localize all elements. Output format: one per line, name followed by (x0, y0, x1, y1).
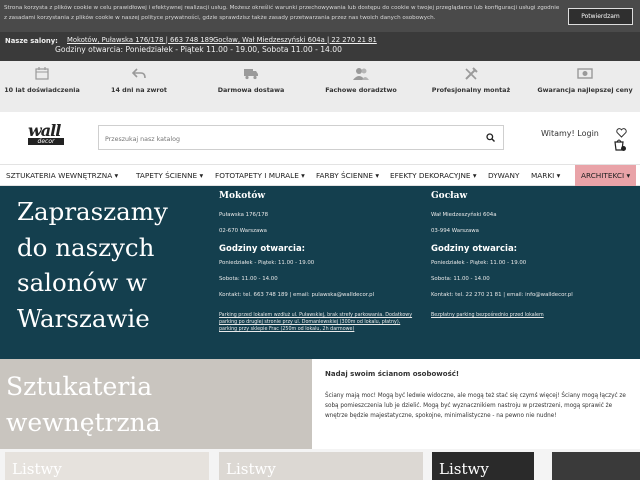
nav-label: ARCHITEKCI (581, 171, 625, 180)
hours-title: Godziny otwarcia: (219, 244, 306, 254)
parking-link[interactable]: Parking przed lokalem wzdłuż ul. Puławsk… (219, 312, 419, 333)
salon-city: 02-670 Warszawa (219, 228, 267, 234)
hours-title: Godziny otwarcia: (431, 244, 518, 254)
nav-item-tapety[interactable]: TAPETY ŚCIENNE ▾ (136, 165, 203, 186)
usp-bar: 10 lat doświadczenia 14 dni na zwrot Dar… (0, 61, 640, 112)
usp-label: 10 lat doświadczenia (4, 86, 80, 94)
nav-label: SZTUKATERIA WEWNĘTRZNA (6, 171, 113, 180)
login-link[interactable]: Witamy! Login (541, 129, 599, 138)
nav-item-dywany[interactable]: DYWANY (488, 165, 519, 186)
usp-experience: 10 lat doświadczenia (0, 67, 97, 94)
product-cards: Listwy Listwy Listwy (0, 449, 640, 480)
search-input[interactable] (99, 128, 469, 151)
search-icon[interactable] (486, 133, 495, 142)
product-card[interactable]: Listwy (432, 452, 534, 480)
category-title: Sztukateria wewnętrzna (6, 372, 161, 437)
opening-hours: Godziny otwarcia: Poniedziałek - Piątek … (55, 45, 342, 54)
category-banner: Sztukateria wewnętrzna (0, 359, 312, 449)
salon-street: Wał Miedzeszyński 604a (431, 212, 497, 218)
nav-label: FOTOTAPETY I MURALE (215, 171, 299, 180)
usp-label: Darmowa dostawa (217, 86, 285, 94)
salon-goclaw-link[interactable]: Gocław, Wał Miedzeszyński 604a | 22 270 … (213, 36, 377, 44)
return-arrow-icon (132, 68, 146, 79)
nav-item-efekty[interactable]: EFEKTY DEKORACYJNE ▾ (390, 165, 477, 186)
truck-icon (244, 69, 258, 80)
category-heading: Nadaj swoim ścianom osobowość! (325, 370, 460, 378)
people-icon (353, 68, 369, 80)
salon-city: 03-994 Warszawa (431, 228, 479, 234)
category-body: Ściany mają moc! Mogą być ledwie widoczn… (325, 393, 626, 419)
salon-contact: Kontakt: tel. 22 270 21 81 | email: info… (431, 292, 573, 298)
cookie-text: Strona korzysta z plików cookie w celu p… (4, 5, 560, 21)
cookie-banner: Strona korzysta z plików cookie w celu p… (0, 0, 640, 32)
salon-street: Puławska 176/178 (219, 212, 269, 218)
search-box (98, 125, 504, 151)
nav-label: MARKI (531, 171, 555, 180)
salons-label: Nasze salony: (5, 37, 58, 45)
nav-label: TAPETY ŚCIENNE (136, 171, 198, 180)
usp-label: 14 dni na zwrot (111, 86, 167, 94)
nav-label: FARBY ŚCIENNE (316, 171, 373, 180)
parking-link[interactable]: Bezpłatny parking bezpośrednio przed lok… (431, 312, 631, 319)
heart-icon[interactable] (616, 128, 627, 138)
salon-goclaw: Gocław Wał Miedzeszyński 604a 03-994 War… (431, 191, 631, 319)
hours-weekday: Poniedziałek - Piątek: 11.00 - 19.00 (431, 260, 527, 266)
usp-label: Profesjonalny montaż (431, 86, 511, 94)
salons-hero: Zapraszamy do naszych salonów w Warszawi… (0, 186, 640, 359)
salon-mokotow: Mokotów Puławska 176/178 02-670 Warszawa… (219, 191, 419, 333)
hero-title: Zapraszamy do naszych salonów w Warszawi… (17, 197, 168, 333)
wall-decor-logo[interactable]: wall decor (28, 121, 68, 149)
nav-label: DYWANY (488, 171, 520, 180)
usp-price: Gwarancja najlepszej ceny (530, 67, 640, 94)
nav-item-fototapety[interactable]: FOTOTAPETY I MURALE ▾ (215, 165, 305, 186)
cookie-accept-button[interactable]: Potwierdzam (568, 8, 633, 25)
nav-label: EFEKTY DEKORACYJNE (390, 171, 471, 180)
money-icon (577, 68, 593, 79)
main-navigation: SZTUKATERIA WEWNĘTRZNA ▾ TAPETY ŚCIENNE … (0, 164, 640, 186)
salon-contact: Kontakt: tel. 663 748 189 | email: pulaw… (219, 292, 375, 298)
usp-advice: Fachowe doradztwo (306, 67, 416, 94)
hours-weekday: Poniedziałek - Piątek: 11.00 - 19.00 (219, 260, 315, 266)
hours-saturday: Sobota: 11.00 - 14.00 (431, 276, 490, 282)
product-card[interactable]: Listwy (219, 452, 423, 480)
hours-saturday: Sobota: 11.00 - 14.00 (219, 276, 278, 282)
product-card-image[interactable] (552, 452, 640, 480)
nav-item-marki[interactable]: MARKI ▾ (531, 165, 560, 186)
card-title: Listwy (12, 460, 62, 478)
nav-item-farby[interactable]: FARBY ŚCIENNE ▾ (316, 165, 379, 186)
salon-name: Gocław (431, 191, 468, 201)
usp-label: Fachowe doradztwo (325, 86, 397, 94)
calendar-icon (35, 67, 49, 80)
category-description: Nadaj swoim ścianom osobowość! Ściany ma… (325, 369, 635, 421)
product-card[interactable]: Listwy (5, 452, 209, 480)
salons-bar: Nasze salony: Mokotów, Puławska 176/178 … (0, 32, 640, 61)
salon-name: Mokotów (219, 191, 266, 201)
category-section: Sztukateria wewnętrzna Nadaj swoim ścian… (0, 359, 640, 449)
card-title: Listwy (226, 460, 276, 478)
usp-return: 14 dni na zwrot (84, 67, 194, 94)
nav-item-sztukateria[interactable]: SZTUKATERIA WEWNĘTRZNA ▾ (6, 165, 118, 186)
salon-mokotow-link[interactable]: Mokotów, Puławska 176/178 | 663 748 189 (67, 36, 213, 44)
usp-installation: Profesjonalny montaż (416, 67, 526, 94)
usp-label: Gwarancja najlepszej ceny (537, 86, 633, 94)
tools-icon (465, 67, 478, 80)
usp-delivery: Darmowa dostawa (196, 67, 306, 94)
card-title: Listwy (439, 460, 489, 478)
cart-icon[interactable] (613, 139, 627, 152)
site-header: wall decor Witamy! Login (0, 112, 640, 164)
nav-item-architekci[interactable]: ARCHITEKCI ▾ (575, 165, 637, 186)
